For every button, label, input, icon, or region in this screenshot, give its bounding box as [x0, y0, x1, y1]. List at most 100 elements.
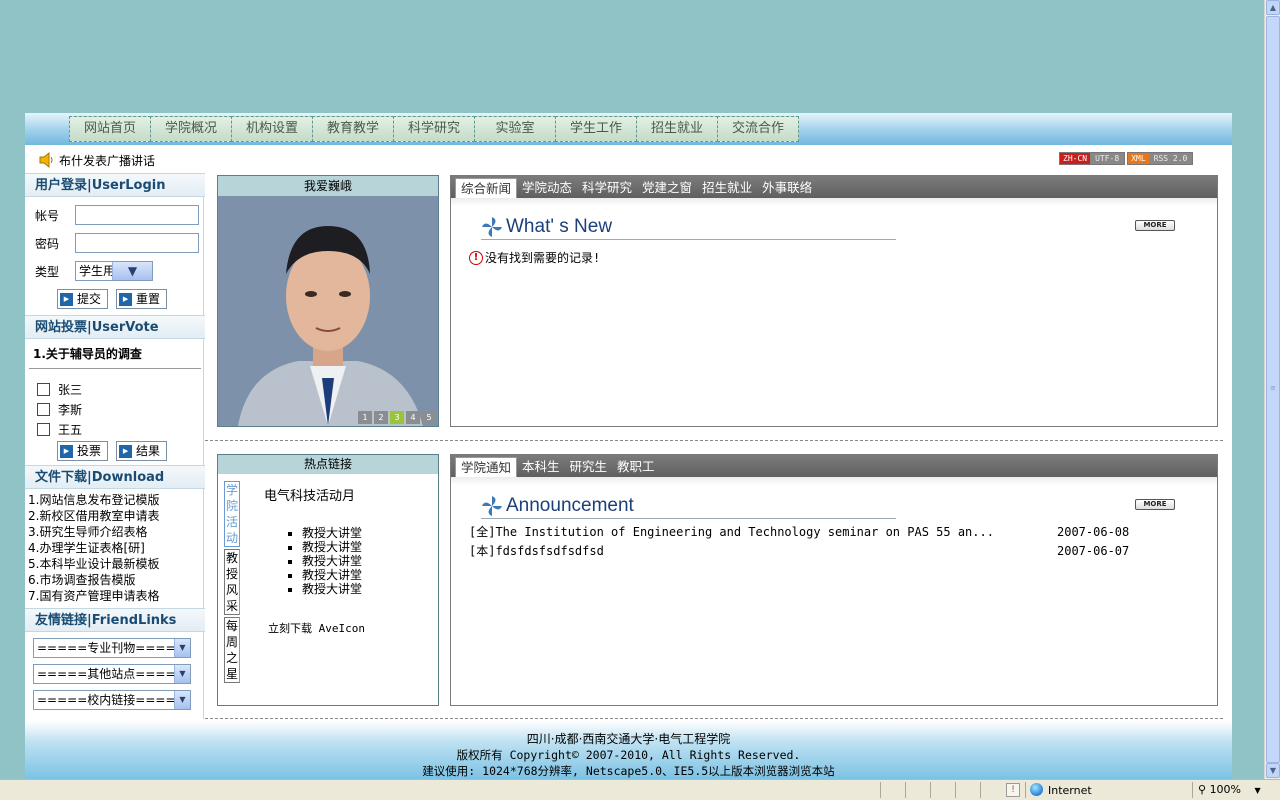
notice-row[interactable]: [全]The Institution of Engineering and Te… [469, 523, 1189, 541]
result-button[interactable]: ▶ 结果 [116, 441, 168, 461]
notice-date: 2007-06-07 [1057, 544, 1130, 558]
news-tab[interactable]: 学院动态 [517, 178, 577, 198]
news-band [451, 198, 1217, 206]
notice-tab[interactable]: 研究生 [565, 457, 613, 477]
zoom-control[interactable]: ⚲ 100% ▼ [1198, 783, 1261, 796]
nav-item[interactable]: 学生工作 [555, 116, 637, 142]
hot-vertical-tab-char: 教 [225, 551, 238, 565]
status-bar: ! Internet ⚲ 100% ▼ [0, 779, 1280, 800]
download-item[interactable]: 5.本科毕业设计最新模板 [28, 556, 205, 572]
notice-tab[interactable]: 教职工 [612, 457, 660, 477]
download-item[interactable]: 6.市场调查报告模版 [28, 572, 205, 588]
news-tab[interactable]: 综合新闻 [455, 178, 518, 198]
scroll-thumb[interactable]: ≡ [1266, 16, 1280, 763]
vote-option[interactable]: 李斯 [25, 399, 205, 419]
news-tab[interactable]: 招生就业 [697, 178, 757, 198]
password-label: 密码 [35, 236, 60, 251]
hot-list-item[interactable]: 教授大讲堂 [302, 526, 432, 540]
download-item[interactable]: 4.办理学生证表格[研] [28, 540, 205, 556]
zone-label: Internet [1048, 784, 1092, 797]
notice-title[interactable]: [本]fdsfdsfsdfsdfsd [469, 544, 604, 558]
hot-list-item[interactable]: 教授大讲堂 [302, 582, 432, 596]
security-icon[interactable]: ! [1006, 783, 1020, 797]
photo-page-button[interactable]: 2 [374, 411, 388, 424]
photo-page-button[interactable]: 4 [406, 411, 420, 424]
hot-list-item[interactable]: 教授大讲堂 [302, 568, 432, 582]
notice-more-button[interactable]: MORE [1135, 499, 1175, 510]
nav-item[interactable]: 教育教学 [312, 116, 394, 142]
user-type-select[interactable]: 学生用户 ▼ [75, 261, 153, 281]
download-item[interactable]: 1.网站信息发布登记模版 [28, 492, 205, 508]
scroll-up-icon[interactable]: ▲ [1266, 0, 1280, 15]
news-tab[interactable]: 党建之窗 [637, 178, 697, 198]
hot-title[interactable]: 电气科技活动月 [264, 485, 432, 504]
nav-item[interactable]: 科学研究 [393, 116, 475, 142]
vote-button[interactable]: ▶ 投票 [57, 441, 109, 461]
friendlink-select[interactable]: =====其他站点===== ▼ [33, 664, 191, 684]
hot-download-link[interactable]: 立刻下载 AveIcon [268, 620, 432, 636]
scroll-down-icon[interactable]: ▼ [1266, 763, 1280, 778]
login-title: 用户登录|UserLogin [25, 173, 205, 197]
download-item[interactable]: 3.研究生导师介绍表格 [28, 524, 205, 540]
hot-vertical-tab-char: 之 [225, 651, 238, 665]
hot-links-box: 热点链接 学院活动教授风采每周之星 电气科技活动月 教授大讲堂教授大讲堂教授大讲… [217, 454, 439, 706]
account-input[interactable] [75, 205, 199, 225]
notice-tab[interactable]: 学院通知 [455, 457, 518, 477]
lang-badge[interactable]: ZH-CN UTF-8 [1059, 152, 1126, 165]
news-tab[interactable]: 科学研究 [577, 178, 637, 198]
vertical-scrollbar[interactable]: ▲ ≡ ▼ [1264, 0, 1280, 779]
announcement-ticker[interactable]: 布什发表广播讲话 [59, 152, 155, 169]
submit-button[interactable]: ▶ 提交 [57, 289, 109, 309]
hot-vertical-tab-char: 风 [225, 583, 238, 597]
notice-tab[interactable]: 本科生 [517, 457, 565, 477]
vote-label: 投票 [77, 444, 102, 458]
friendlink-select[interactable]: =====校内链接===== ▼ [33, 690, 191, 710]
friendlink-select[interactable]: =====专业刊物===== ▼ [33, 638, 191, 658]
reset-button[interactable]: ▶ 重置 [116, 289, 168, 309]
nav-item[interactable]: 实验室 [474, 116, 556, 142]
nav-item[interactable]: 招生就业 [636, 116, 718, 142]
nav-item[interactable]: 机构设置 [231, 116, 313, 142]
hot-list-item[interactable]: 教授大讲堂 [302, 540, 432, 554]
security-zone[interactable]: Internet [1030, 783, 1092, 797]
status-separator [980, 782, 981, 798]
notice-date: 2007-06-08 [1057, 525, 1130, 539]
nav-item[interactable]: 网站首页 [69, 116, 151, 142]
checkbox[interactable] [37, 382, 50, 396]
notice-panel: 学院通知 本科生 研究生 教职工 Announcement MORE [全]The I… [450, 454, 1218, 706]
download-item[interactable]: 2.新校区借用教室申请表 [28, 508, 205, 524]
download-item[interactable]: 7.国有资产管理申请表格 [28, 588, 205, 604]
portrait-illustration [218, 196, 438, 426]
vote-option-label: 李斯 [58, 402, 83, 417]
submit-label: 提交 [77, 292, 102, 306]
portrait-image[interactable]: 12345 [218, 196, 438, 426]
photo-page-button[interactable]: 5 [422, 411, 436, 424]
hot-list-item[interactable]: 教授大讲堂 [302, 554, 432, 568]
friendlinks-selects: =====专业刊物===== ▼ =====其他站点===== ▼ =====校内链接=… [25, 632, 205, 710]
news-more-button[interactable]: MORE [1135, 220, 1175, 231]
nav-item[interactable]: 学院概况 [150, 116, 232, 142]
friendlink-select-value: =====其他站点===== [37, 667, 186, 681]
hot-vertical-tab[interactable]: 每周之星 [224, 617, 240, 683]
photo-page-button[interactable]: 1 [358, 411, 372, 424]
vote-option[interactable]: 张三 [25, 379, 205, 399]
rss-badge[interactable]: XML RSS 2.0 [1127, 152, 1194, 165]
lang-badge-a: ZH-CN [1060, 153, 1091, 164]
chevron-down-icon: ▼ [174, 665, 190, 683]
notice-title[interactable]: [全]The Institution of Engineering and Te… [469, 525, 994, 539]
news-tab[interactable]: 外事联络 [757, 178, 817, 198]
arrow-right-icon: ▶ [119, 444, 133, 458]
notice-band [451, 477, 1217, 485]
news-empty: ! 没有找到需要的记录! [469, 249, 600, 266]
vote-option[interactable]: 王五 [25, 419, 205, 439]
hot-vertical-tab[interactable]: 学院活动 [224, 481, 240, 547]
download-title: 文件下载|Download [25, 465, 205, 489]
photo-box: 我爱巍峨 12345 [217, 175, 439, 427]
checkbox[interactable] [37, 402, 50, 416]
password-input[interactable] [75, 233, 199, 253]
photo-page-button[interactable]: 3 [390, 411, 404, 424]
notice-row[interactable]: [本]fdsfdsfsdfsdfsd 2007-06-07 [469, 542, 1189, 560]
hot-vertical-tab[interactable]: 教授风采 [224, 549, 240, 615]
checkbox[interactable] [37, 422, 50, 436]
nav-item[interactable]: 交流合作 [717, 116, 799, 142]
